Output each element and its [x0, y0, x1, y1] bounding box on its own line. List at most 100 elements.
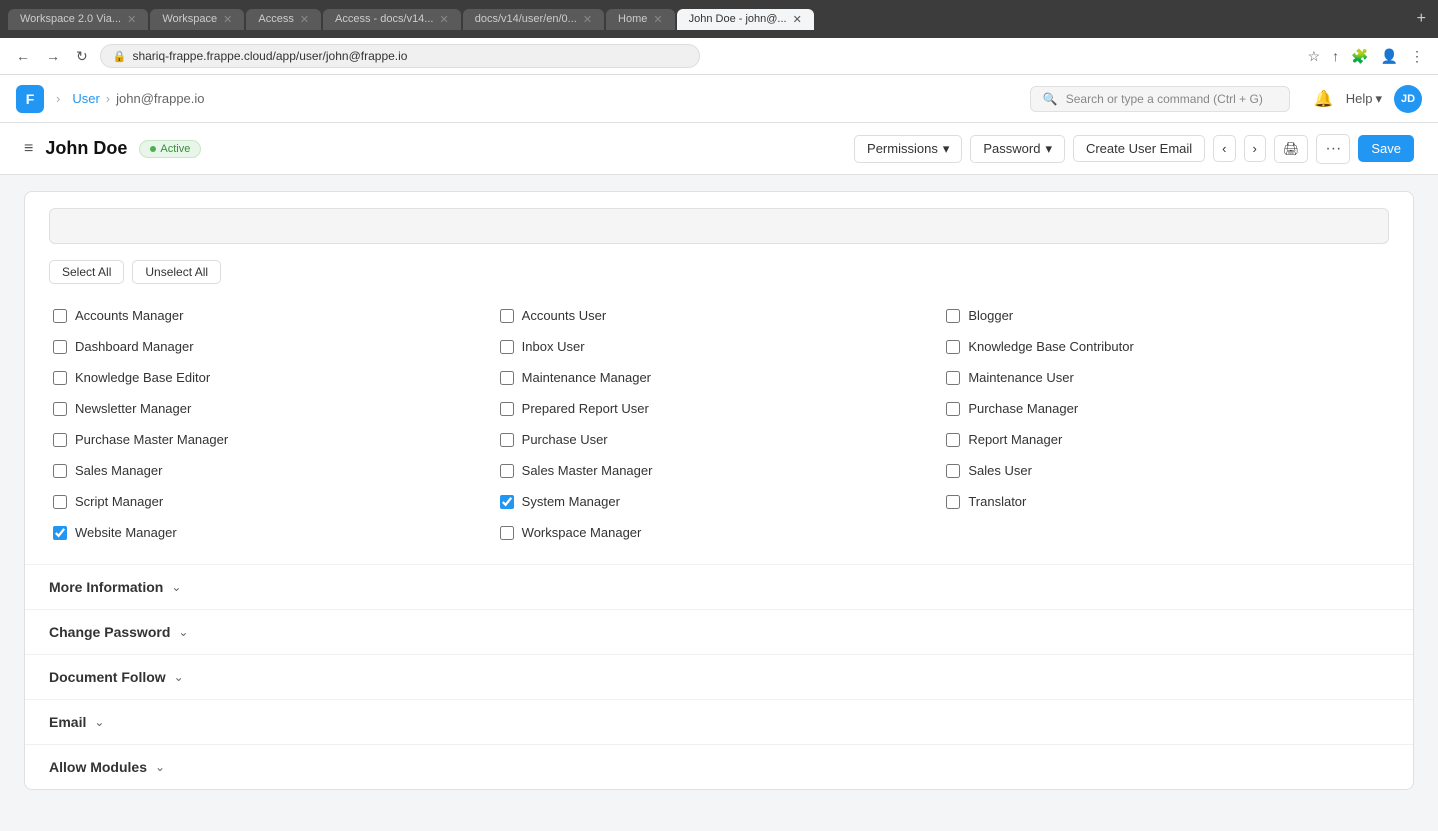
checkbox-label-system-manager[interactable]: System Manager [522, 494, 620, 509]
forward-button[interactable]: → [42, 46, 64, 66]
checkbox-newsletter-manager[interactable] [53, 402, 67, 416]
checkbox-accounts-manager[interactable] [53, 309, 67, 323]
checkbox-label-knowledge-base-editor[interactable]: Knowledge Base Editor [75, 370, 210, 385]
checkbox-label-blogger[interactable]: Blogger [968, 308, 1013, 323]
checkbox-prepared-report-user[interactable] [500, 402, 514, 416]
select-all-button[interactable]: Select All [49, 260, 124, 284]
checkbox-label-purchase-manager[interactable]: Purchase Manager [968, 401, 1078, 416]
checkbox-purchase-manager[interactable] [946, 402, 960, 416]
browser-tab-tab3[interactable]: Access✕ [246, 9, 321, 30]
checkbox-knowledge-base-contributor[interactable] [946, 340, 960, 354]
next-button[interactable]: › [1244, 135, 1266, 162]
roles-search-bar[interactable] [49, 208, 1389, 244]
browser-tab-tab6[interactable]: Home✕ [606, 9, 675, 30]
permissions-button[interactable]: Permissions ▾ [854, 135, 962, 163]
checkbox-label-knowledge-base-contributor[interactable]: Knowledge Base Contributor [968, 339, 1134, 354]
checkbox-inbox-user[interactable] [500, 340, 514, 354]
tab-close-icon[interactable]: ✕ [439, 13, 448, 26]
browser-tab-tab2[interactable]: Workspace✕ [150, 9, 244, 30]
section-allow-modules[interactable]: Allow Modules ⌄ [25, 744, 1413, 789]
section-email[interactable]: Email ⌄ [25, 699, 1413, 744]
tab-close-icon[interactable]: ✕ [223, 13, 232, 26]
checkbox-blogger[interactable] [946, 309, 960, 323]
checkbox-maintenance-user[interactable] [946, 371, 960, 385]
checkbox-item-purchase-user: Purchase User [496, 424, 943, 455]
section-change-password[interactable]: Change Password ⌄ [25, 609, 1413, 654]
breadcrumb-user[interactable]: User [72, 91, 99, 106]
prev-button[interactable]: ‹ [1213, 135, 1235, 162]
checkbox-accounts-user[interactable] [500, 309, 514, 323]
checkbox-item-workspace-manager: Workspace Manager [496, 517, 943, 548]
share-icon[interactable]: ↑ [1330, 46, 1341, 66]
checkbox-label-website-manager[interactable]: Website Manager [75, 525, 177, 540]
unselect-all-button[interactable]: Unselect All [132, 260, 221, 284]
save-button[interactable]: Save [1358, 135, 1414, 162]
checkbox-knowledge-base-editor[interactable] [53, 371, 67, 385]
browser-tab-tab7[interactable]: John Doe - john@...✕ [677, 9, 814, 30]
checkbox-script-manager[interactable] [53, 495, 67, 509]
tab-close-icon[interactable]: ✕ [300, 13, 309, 26]
checkbox-sales-master-manager[interactable] [500, 464, 514, 478]
extensions-icon[interactable]: 🧩 [1349, 46, 1370, 67]
section-document-follow[interactable]: Document Follow ⌄ [25, 654, 1413, 699]
checkbox-sales-user[interactable] [946, 464, 960, 478]
tab-close-icon[interactable]: ✕ [793, 13, 802, 26]
address-field[interactable]: 🔒 shariq-frappe.frappe.cloud/app/user/jo… [100, 44, 700, 68]
create-user-email-button[interactable]: Create User Email [1073, 135, 1205, 162]
browser-tab-tab1[interactable]: Workspace 2.0 Via...✕ [8, 9, 148, 30]
checkbox-label-prepared-report-user[interactable]: Prepared Report User [522, 401, 649, 416]
checkbox-label-accounts-manager[interactable]: Accounts Manager [75, 308, 183, 323]
section-title-more-information: More Information [49, 579, 163, 595]
back-button[interactable]: ← [12, 46, 34, 66]
checkbox-label-maintenance-manager[interactable]: Maintenance Manager [522, 370, 651, 385]
checkbox-report-manager[interactable] [946, 433, 960, 447]
create-user-email-label: Create User Email [1086, 141, 1192, 156]
profile-icon[interactable]: 👤 [1379, 46, 1400, 67]
checkbox-item-purchase-manager: Purchase Manager [942, 393, 1389, 424]
checkbox-label-maintenance-user[interactable]: Maintenance User [968, 370, 1074, 385]
browser-tab-tab4[interactable]: Access - docs/v14...✕ [323, 9, 461, 30]
header-search[interactable]: 🔍 Search or type a command (Ctrl + G) [1030, 86, 1290, 112]
tab-close-icon[interactable]: ✕ [583, 13, 592, 26]
section-more-information[interactable]: More Information ⌄ [25, 564, 1413, 609]
checkbox-label-sales-user[interactable]: Sales User [968, 463, 1032, 478]
checkbox-label-inbox-user[interactable]: Inbox User [522, 339, 585, 354]
checkbox-label-script-manager[interactable]: Script Manager [75, 494, 163, 509]
checkbox-label-translator[interactable]: Translator [968, 494, 1026, 509]
checkbox-item-prepared-report-user: Prepared Report User [496, 393, 943, 424]
checkbox-sales-manager[interactable] [53, 464, 67, 478]
password-button[interactable]: Password ▾ [970, 135, 1065, 163]
checkbox-label-accounts-user[interactable]: Accounts User [522, 308, 607, 323]
checkbox-label-report-manager[interactable]: Report Manager [968, 432, 1062, 447]
checkbox-dashboard-manager[interactable] [53, 340, 67, 354]
checkbox-maintenance-manager[interactable] [500, 371, 514, 385]
tab-close-icon[interactable]: ✕ [653, 13, 662, 26]
checkbox-purchase-master-manager[interactable] [53, 433, 67, 447]
checkbox-label-sales-manager[interactable]: Sales Manager [75, 463, 162, 478]
reload-button[interactable]: ↻ [72, 46, 92, 67]
print-button[interactable]: 🖨 [1274, 135, 1309, 163]
browser-tab-tab5[interactable]: docs/v14/user/en/0...✕ [463, 9, 604, 30]
help-button[interactable]: Help ▾ [1346, 91, 1382, 107]
new-tab-button[interactable]: + [1413, 6, 1430, 32]
checkbox-translator[interactable] [946, 495, 960, 509]
notifications-button[interactable]: 🔔 [1314, 89, 1334, 109]
user-avatar[interactable]: JD [1394, 85, 1422, 113]
checkbox-label-workspace-manager[interactable]: Workspace Manager [522, 525, 642, 540]
star-icon[interactable]: ☆ [1306, 46, 1323, 67]
checkbox-label-sales-master-manager[interactable]: Sales Master Manager [522, 463, 653, 478]
sidebar-toggle-icon[interactable]: ≡ [24, 140, 33, 158]
checkbox-label-dashboard-manager[interactable]: Dashboard Manager [75, 339, 194, 354]
checkbox-purchase-user[interactable] [500, 433, 514, 447]
more-options-button[interactable]: ··· [1316, 134, 1350, 164]
checkbox-workspace-manager[interactable] [500, 526, 514, 540]
search-placeholder: Search or type a command (Ctrl + G) [1066, 92, 1263, 106]
checkbox-label-purchase-master-manager[interactable]: Purchase Master Manager [75, 432, 228, 447]
tab-close-icon[interactable]: ✕ [127, 13, 136, 26]
section-title-allow-modules: Allow Modules [49, 759, 147, 775]
checkbox-label-purchase-user[interactable]: Purchase User [522, 432, 608, 447]
menu-icon[interactable]: ⋮ [1408, 46, 1426, 67]
checkbox-system-manager[interactable] [500, 495, 514, 509]
checkbox-website-manager[interactable] [53, 526, 67, 540]
checkbox-label-newsletter-manager[interactable]: Newsletter Manager [75, 401, 191, 416]
